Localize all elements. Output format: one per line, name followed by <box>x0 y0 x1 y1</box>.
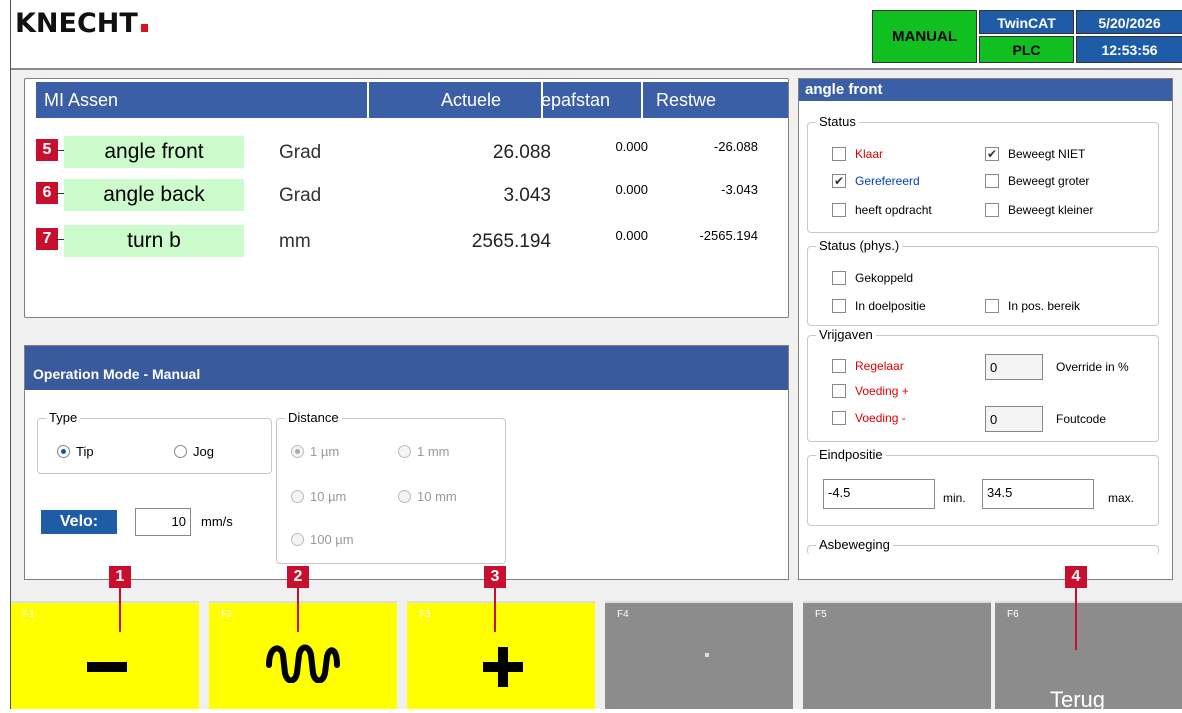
type-title: Type <box>46 410 81 425</box>
back-label: Terug <box>1050 687 1106 712</box>
axis-badge: 7 <box>36 228 58 250</box>
phys-in-pos-bereik[interactable]: In pos. bereik <box>985 299 1080 313</box>
jog-wave-icon <box>266 644 340 683</box>
mode-indicator: MANUAL <box>872 10 977 63</box>
axis-row[interactable]: 7 turn b mm 2565.194 0.000 -2565.194 <box>36 225 796 257</box>
axis-unit: mm <box>279 231 311 252</box>
velo-input[interactable]: 10 <box>135 508 191 536</box>
f4-button[interactable]: F4 <box>605 601 793 709</box>
top-bar: KNECHT MANUAL TwinCAT PLC 5/20/2026 12:5… <box>11 0 1182 70</box>
override-field[interactable]: 0 <box>985 354 1043 380</box>
phys-in-doelpositie[interactable]: In doelpositie <box>832 299 926 313</box>
col-header-rest: Restwe <box>656 90 717 110</box>
release-title: Vrijgaven <box>816 327 876 342</box>
axis-badge: 6 <box>36 182 58 204</box>
velo-unit: mm/s <box>201 514 233 529</box>
distance-1mm-radio[interactable]: 1 mm <box>398 444 450 459</box>
axis-name[interactable]: angle front <box>64 136 244 168</box>
axis-actual: 2565.194 <box>471 231 551 252</box>
release-group: Vrijgaven Regelaar Voeding + Voeding - 0… <box>807 327 1159 442</box>
override-label: Override in % <box>1056 360 1129 374</box>
distance-10um-radio[interactable]: 10 µm <box>291 489 346 504</box>
release-voeding-plus[interactable]: Voeding + <box>832 384 909 398</box>
endpos-title: Eindpositie <box>816 447 886 462</box>
distance-10mm-radio[interactable]: 10 mm <box>398 489 457 504</box>
axis-row[interactable]: 5 angle front Grad 26.088 0.000 -26.088 <box>36 136 796 168</box>
min-label: min. <box>943 491 966 505</box>
axis-name[interactable]: turn b <box>64 225 244 257</box>
operation-title: Operation Mode - Manual <box>25 346 788 390</box>
time-display: 12:53:56 <box>1076 36 1182 63</box>
status-group: Status Klaar ✔ Beweegt NIET ✔ Gerefereerd … <box>807 114 1159 233</box>
status-beweegt-kleiner[interactable]: Beweegt kleiner <box>985 203 1093 217</box>
status-beweegt-groter[interactable]: Beweegt groter <box>985 174 1089 188</box>
type-jog-radio[interactable]: Jog <box>174 444 214 459</box>
axis-actual: 3.043 <box>503 185 551 206</box>
axis-unit: Grad <box>279 142 322 163</box>
app-frame: KNECHT MANUAL TwinCAT PLC 5/20/2026 12:5… <box>10 0 1182 712</box>
errorcode-label: Foutcode <box>1056 412 1107 426</box>
axis-unit: Grad <box>279 185 322 206</box>
col-header-actual: Actuele <box>441 90 502 110</box>
col-header-axes: MI Assen <box>44 90 119 110</box>
detail-title: angle front <box>799 79 1172 101</box>
status-klaar[interactable]: Klaar <box>832 147 883 161</box>
distance-title: Distance <box>285 410 342 425</box>
axes-table-header: MI Assen Actuele epafstan Restwe <box>36 82 788 118</box>
max-field[interactable]: 34.5 <box>982 479 1094 509</box>
dot-icon <box>705 653 709 657</box>
axis-row[interactable]: 6 angle back Grad 3.043 0.000 -3.043 <box>36 179 796 211</box>
status-gerefereerd[interactable]: ✔ Gerefereerd <box>832 174 920 188</box>
f1-minus-button[interactable]: F1 <box>11 601 199 709</box>
date-display: 5/20/2026 <box>1076 10 1182 34</box>
max-label: max. <box>1108 491 1135 505</box>
endpos-group: Eindpositie -4.5 min. 34.5 max. <box>807 447 1159 526</box>
status-heeft-opdracht[interactable]: heeft opdracht <box>832 203 932 217</box>
type-tip-radio[interactable]: Tip <box>57 444 94 459</box>
f5-button[interactable]: F5 <box>803 601 991 709</box>
release-regelaar[interactable]: Regelaar <box>832 359 904 373</box>
minus-icon <box>87 662 127 672</box>
callout-badge-4: 4 <box>1065 566 1087 588</box>
axis-name[interactable]: angle back <box>64 179 244 211</box>
axis-rest: -2565.194 <box>699 228 758 243</box>
min-field[interactable]: -4.5 <box>823 479 935 509</box>
motion-group: Asbeweging <box>807 537 1159 555</box>
distance-group: Distance 1 µm 1 mm 10 µm 10 mm 100 µm <box>276 410 506 564</box>
axis-distance: 0.000 <box>615 139 648 154</box>
axis-distance: 0.000 <box>615 228 648 243</box>
errorcode-field[interactable]: 0 <box>985 406 1043 432</box>
release-voeding-min[interactable]: Voeding - <box>832 411 906 425</box>
callout-badge-3: 3 <box>484 566 506 588</box>
status-beweegt-niet[interactable]: ✔ Beweegt NIET <box>985 147 1085 161</box>
status-title: Status <box>816 114 859 129</box>
velo-label: Velo: <box>41 510 117 534</box>
axis-rest: -26.088 <box>713 139 758 154</box>
distance-1um-radio[interactable]: 1 µm <box>291 444 339 459</box>
plc-status: PLC <box>979 36 1074 63</box>
axis-badge: 5 <box>36 139 58 161</box>
type-group: Type Tip Jog <box>37 410 272 474</box>
motion-title: Asbeweging <box>816 537 893 552</box>
f3-plus-button[interactable]: F3 <box>407 601 595 709</box>
f2-jog-button[interactable]: F2 <box>209 601 397 709</box>
axis-rest: -3.043 <box>721 182 758 197</box>
callout-badge-1: 1 <box>109 566 131 588</box>
f6-back-button[interactable]: F6 Terug <box>995 601 1182 712</box>
distance-100um-radio[interactable]: 100 µm <box>291 532 354 547</box>
phys-status-title: Status (phys.) <box>816 238 903 253</box>
phys-gekoppeld[interactable]: Gekoppeld <box>832 271 913 285</box>
knecht-logo: KNECHT <box>15 8 148 39</box>
axis-distance: 0.000 <box>615 182 648 197</box>
callout-badge-2: 2 <box>287 566 309 588</box>
phys-status-group: Status (phys.) Gekoppeld In doelpositie … <box>807 238 1159 326</box>
axis-actual: 26.088 <box>492 142 551 163</box>
twincat-status: TwinCAT <box>979 10 1074 34</box>
col-header-distance: epafstan <box>541 90 611 110</box>
